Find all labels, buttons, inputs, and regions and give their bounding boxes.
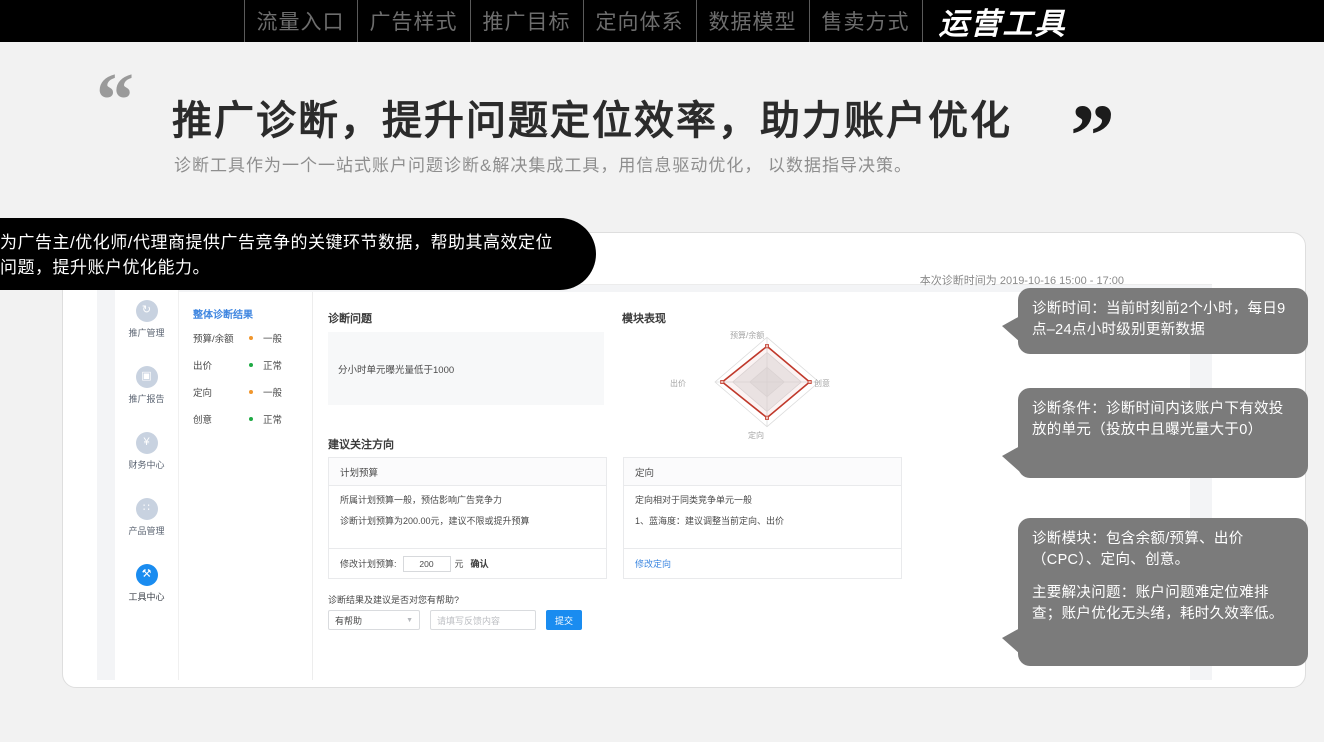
issue-text: 分小时单元曝光量低于1000: [338, 365, 455, 376]
budget-unit-label: 元: [454, 559, 464, 569]
budget-confirm-button[interactable]: 确认: [471, 557, 489, 570]
overall-status-name: 创意: [193, 415, 213, 426]
overall-status-name: 出价: [193, 361, 213, 372]
overall-status-row: 出价 正常: [193, 357, 305, 373]
suggestions-title: 建议关注方向: [328, 439, 394, 451]
sidebar-item-label: 财务中心: [128, 459, 165, 470]
sidebar-item-4[interactable]: ∷ 产品管理: [115, 488, 178, 546]
overall-status-name: 定向: [193, 388, 213, 399]
tools-icon: ⚒: [135, 563, 158, 586]
sidebar-item-1[interactable]: ↻ 推广管理: [115, 290, 178, 348]
hero-section: “ 推广诊断，提升问题定位效率，助力账户优化 诊断工具作为一个一站式账户问题诊断…: [0, 42, 1324, 210]
top-navigation-tabs: 流量入口 广告样式 推广目标 定向体系 数据模型 售卖方式 运营工具: [243, 0, 1081, 42]
bubble-tail: [1002, 446, 1020, 472]
nav-tab-2[interactable]: 推广目标: [471, 0, 584, 42]
overall-status-value: 正常: [263, 361, 283, 372]
refresh-icon: ↻: [135, 299, 158, 322]
status-dot-icon: [249, 390, 253, 394]
nav-tab-0[interactable]: 流量入口: [243, 0, 358, 42]
overall-status-value: 一般: [263, 334, 283, 345]
radar-svg: [714, 336, 820, 428]
module-performance-radar-chart: 预算/余额 创意 定向 出价: [622, 314, 912, 454]
suggestion-budget-line-1: 所属计划预算一般，预估影响广告竞争力: [340, 495, 503, 505]
budget-edit-label: 修改计划预算:: [340, 559, 397, 569]
feedback-question: 诊断结果及建议是否对您有帮助?: [328, 595, 460, 605]
sidebar-item-label: 推广管理: [128, 327, 165, 338]
suggestion-card-targeting-header: 定向: [624, 458, 901, 486]
feedback-row: 有帮助 ▼ 请填写反馈内容 提交: [328, 610, 582, 630]
status-dot-icon: [249, 363, 253, 367]
issue-box: 分小时单元曝光量低于1000: [328, 332, 604, 405]
app-sidebar-rail: 首页↻推广管理▣推广报告¥财务中心∷产品管理⚒工具中心: [115, 258, 179, 680]
sidebar-item-label: 工具中心: [128, 591, 165, 602]
radar-label-right: 创意: [814, 379, 830, 388]
chevron-down-icon: ▼: [406, 616, 413, 624]
annotation-bubble-diagnosis-time: 诊断时间：当前时刻前2个小时，每日9点–24点小时级别更新数据: [1002, 288, 1308, 354]
sidebar-item-label: 产品管理: [128, 525, 165, 536]
suggestion-card-budget: 计划预算 所属计划预算一般，预估影响广告竞争力 诊断计划预算为200.00元，建…: [328, 457, 607, 579]
overall-status-row: 预算/余额 一般: [193, 330, 305, 346]
radar-label-left: 出价: [670, 379, 686, 388]
radar-label-bottom: 定向: [748, 431, 764, 440]
suggestion-card-targeting: 定向 定向相对于同类竞争单元一般 1、蓝海度：建议调整当前定向、出价 修改定向: [623, 457, 902, 579]
annotation-bubble-diagnosis-module: 诊断模块：包含余额/预算、出价（CPC）、定向、创意。 主要解决问题：账户问题难…: [1002, 518, 1308, 666]
sidebar-item-3[interactable]: ¥ 财务中心: [115, 422, 178, 480]
suggestion-budget-line-2: 诊断计划预算为200.00元，建议不限或提升预算: [340, 515, 530, 526]
sidebar-item-label: 推广报告: [128, 393, 165, 404]
nav-tab-6[interactable]: 运营工具: [925, 0, 1081, 42]
annotation-bubble-1-text: 诊断时间：当前时刻前2个小时，每日9点–24点小时级别更新数据: [1032, 301, 1286, 338]
overall-status-row: 创意 正常: [193, 411, 305, 427]
black-callout: 为广告主/优化师/代理商提供广告竞争的关键环节数据，帮助其高效定位问题，提升账户…: [0, 218, 596, 290]
bubble-tail: [1002, 628, 1020, 654]
diagnosis-time-label: 本次诊断时间为 2019-10-16 15:00 - 17:00: [919, 275, 1124, 287]
grid-icon: ∷: [135, 497, 158, 520]
feedback-input[interactable]: 请填写反馈内容: [430, 610, 536, 630]
overall-status-row: 定向 一般: [193, 384, 305, 400]
suggestion-card-budget-header: 计划预算: [329, 458, 606, 486]
nav-tab-1[interactable]: 广告样式: [358, 0, 471, 42]
quote-close-icon: ”: [1070, 87, 1115, 186]
issue-section-title: 诊断问题: [328, 313, 372, 325]
top-navigation: 流量入口 广告样式 推广目标 定向体系 数据模型 售卖方式 运营工具: [0, 0, 1324, 42]
suggestion-targeting-line-1: 定向相对于同类竞争单元一般: [635, 495, 753, 505]
overall-result-column: 整体诊断结果 预算/余额 一般 出价 正常 定向 一般 创意 正常: [179, 292, 313, 680]
feedback-select[interactable]: 有帮助 ▼: [328, 610, 420, 630]
feedback-select-value: 有帮助: [335, 615, 363, 626]
quote-open-icon: “: [96, 58, 134, 142]
status-dot-icon: [249, 336, 253, 340]
annotation-bubble-2-text: 诊断条件：诊断时间内该账户下有效投放的单元（投放中且曝光量大于0）: [1032, 401, 1284, 438]
nav-tab-5[interactable]: 售卖方式: [810, 0, 923, 42]
overall-status-value: 正常: [263, 415, 283, 426]
budget-input[interactable]: 200: [402, 555, 451, 572]
feedback-submit-button[interactable]: 提交: [546, 610, 582, 630]
nav-tab-4[interactable]: 数据模型: [697, 0, 810, 42]
suggestion-targeting-line-2: 1、蓝海度：建议调整当前定向、出价: [635, 515, 785, 526]
annotation-bubble-3-line-1: 诊断模块：包含余额/预算、出价（CPC）、定向、创意。: [1032, 531, 1244, 568]
annotation-bubble-diagnosis-condition: 诊断条件：诊断时间内该账户下有效投放的单元（投放中且曝光量大于0）: [1002, 388, 1308, 478]
page-subtitle: 诊断工具作为一个一站式账户问题诊断&解决集成工具，用信息驱动优化， 以数据指导决…: [174, 156, 913, 175]
sidebar-item-5[interactable]: ⚒ 工具中心: [115, 554, 178, 612]
edit-targeting-link[interactable]: 修改定向: [635, 557, 671, 570]
page-title: 推广诊断，提升问题定位效率，助力账户优化: [172, 99, 1012, 143]
yuan-icon: ¥: [135, 431, 158, 454]
overall-status-name: 预算/余额: [193, 334, 234, 345]
overall-status-value: 一般: [263, 388, 283, 399]
annotation-bubble-3-line-2: 主要解决问题：账户问题难定位难排查；账户优化无头绪，耗时久效率低。: [1032, 585, 1284, 622]
radar-label-top: 预算/余额: [730, 331, 765, 340]
nav-tab-3[interactable]: 定向体系: [584, 0, 697, 42]
overall-result-title: 整体诊断结果: [193, 310, 253, 321]
bubble-tail: [1002, 316, 1020, 342]
suggestion-card-targeting-footer: 修改定向: [624, 548, 901, 578]
suggestion-card-budget-footer: 修改计划预算: 200 元 确认: [329, 548, 606, 578]
sidebar-item-2[interactable]: ▣ 推广报告: [115, 356, 178, 414]
report-icon: ▣: [135, 365, 158, 388]
status-dot-icon: [249, 417, 253, 421]
